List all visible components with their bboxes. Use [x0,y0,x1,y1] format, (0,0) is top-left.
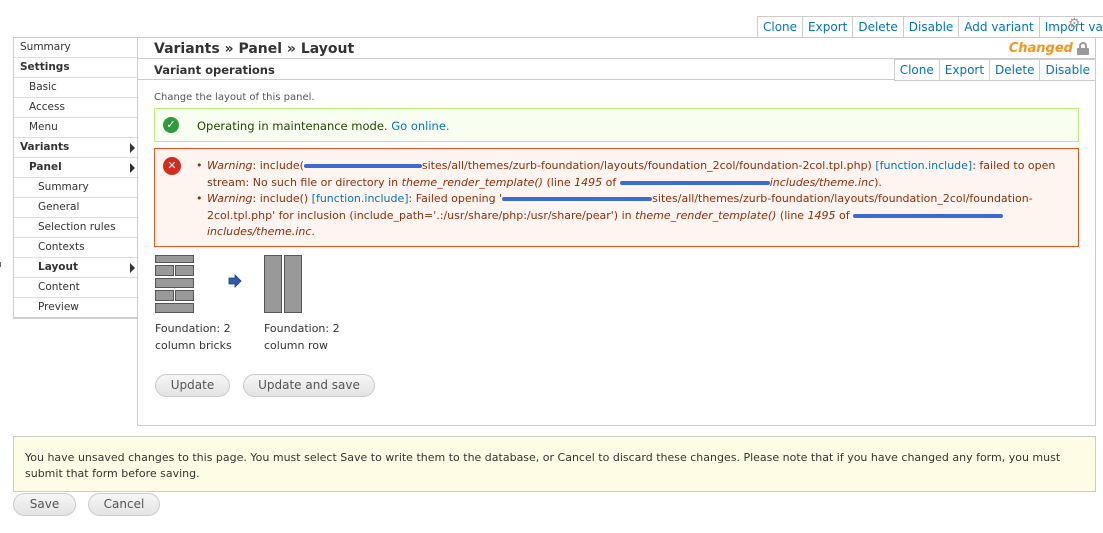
error-icon: ✕ [163,157,181,175]
sidebar-item-access[interactable]: Access [14,98,137,118]
lock-icon[interactable] [1077,42,1089,55]
unsaved-changes-notice: You have unsaved changes to this page. Y… [13,436,1096,492]
variant-disable-tab[interactable]: Disable [1039,60,1095,80]
new-layout-label: Foundation: 2 column row [264,322,340,352]
divider [0,262,3,267]
clone-tab[interactable]: Clone [758,17,802,37]
changed-indicator: Changed [1009,41,1089,56]
error-message: ✕ Warning: include(sites/all/themes/zurb… [154,148,1079,247]
disable-tab[interactable]: Disable [902,17,959,37]
sidebar-item-panel-summary[interactable]: Summary [14,178,137,198]
error-list: Warning: include(sites/all/themes/zurb-f… [196,158,1069,241]
arrow-right-icon [228,274,242,288]
check-icon: ✓ [163,117,179,133]
arrow-right-icon [130,163,135,173]
redacted-path [303,164,422,168]
error-item: Warning: include() [function.include]: F… [196,191,1069,241]
delete-tab[interactable]: Delete [852,17,902,37]
variant-operations-title: Variant operations [154,63,275,77]
add-variant-tab[interactable]: Add variant [958,17,1038,37]
save-button[interactable]: Save [13,493,76,516]
error-item: Warning: include(sites/all/themes/zurb-f… [196,158,1069,191]
sidebar: Summary Settings Basic Access Menu Varia… [13,37,137,319]
page-title: Variants » Panel » Layout [154,41,355,57]
sidebar-item-contexts[interactable]: Contexts [14,238,137,258]
layout-row-icon [264,255,302,313]
redacted-path [619,180,770,185]
variant-delete-tab[interactable]: Delete [989,60,1039,80]
redacted-path [502,197,653,201]
sidebar-item-layout[interactable]: Layout [14,258,137,278]
current-layout-label: Foundation: 2 column bricks [155,322,232,352]
sidebar-item-preview[interactable]: Preview [14,298,137,318]
variant-operations-bar: Variant operations Clone Export Delete D… [138,58,1096,81]
main-panel: Variants » Panel » Layout Changed Varian… [137,37,1096,426]
gear-icon[interactable]: ⚙ [1068,17,1082,31]
sidebar-item-menu[interactable]: Menu [14,118,137,138]
export-tab[interactable]: Export [802,17,852,37]
sidebar-item-settings[interactable]: Settings [14,58,137,78]
update-button[interactable]: Update [155,374,230,397]
sidebar-item-basic[interactable]: Basic [14,78,137,98]
update-and-save-button[interactable]: Update and save [243,374,375,397]
sidebar-item-selection-rules[interactable]: Selection rules [14,218,137,238]
variant-clone-tab[interactable]: Clone [895,60,939,80]
arrow-right-icon [130,143,135,153]
sidebar-item-content[interactable]: Content [14,278,137,298]
status-text: Operating in maintenance mode. Go online… [197,119,450,133]
cancel-button[interactable]: Cancel [88,493,160,516]
arrow-right-icon [130,263,135,273]
variant-export-tab[interactable]: Export [938,60,989,80]
top-action-tabs: Clone Export Delete Disable Add variant … [757,16,1103,38]
variant-operation-tabs: Clone Export Delete Disable [893,59,1096,81]
layout-bricks-icon [155,255,194,313]
function-include-link[interactable]: [function.include] [875,159,972,172]
sidebar-item-general[interactable]: General [14,198,137,218]
status-message: ✓ Operating in maintenance mode. Go onli… [154,108,1079,142]
function-include-link[interactable]: [function.include] [312,192,409,205]
redacted-path [853,213,1004,218]
layout-description: Change the layout of this panel. [154,92,315,103]
changed-label: Changed [1008,41,1073,56]
sidebar-item-summary[interactable]: Summary [14,38,137,58]
sidebar-item-variants[interactable]: Variants [14,138,137,158]
notice-text: You have unsaved changes to this page. Y… [25,451,1061,480]
go-online-link[interactable]: Go online. [391,119,449,133]
sidebar-item-panel[interactable]: Panel [14,158,137,178]
